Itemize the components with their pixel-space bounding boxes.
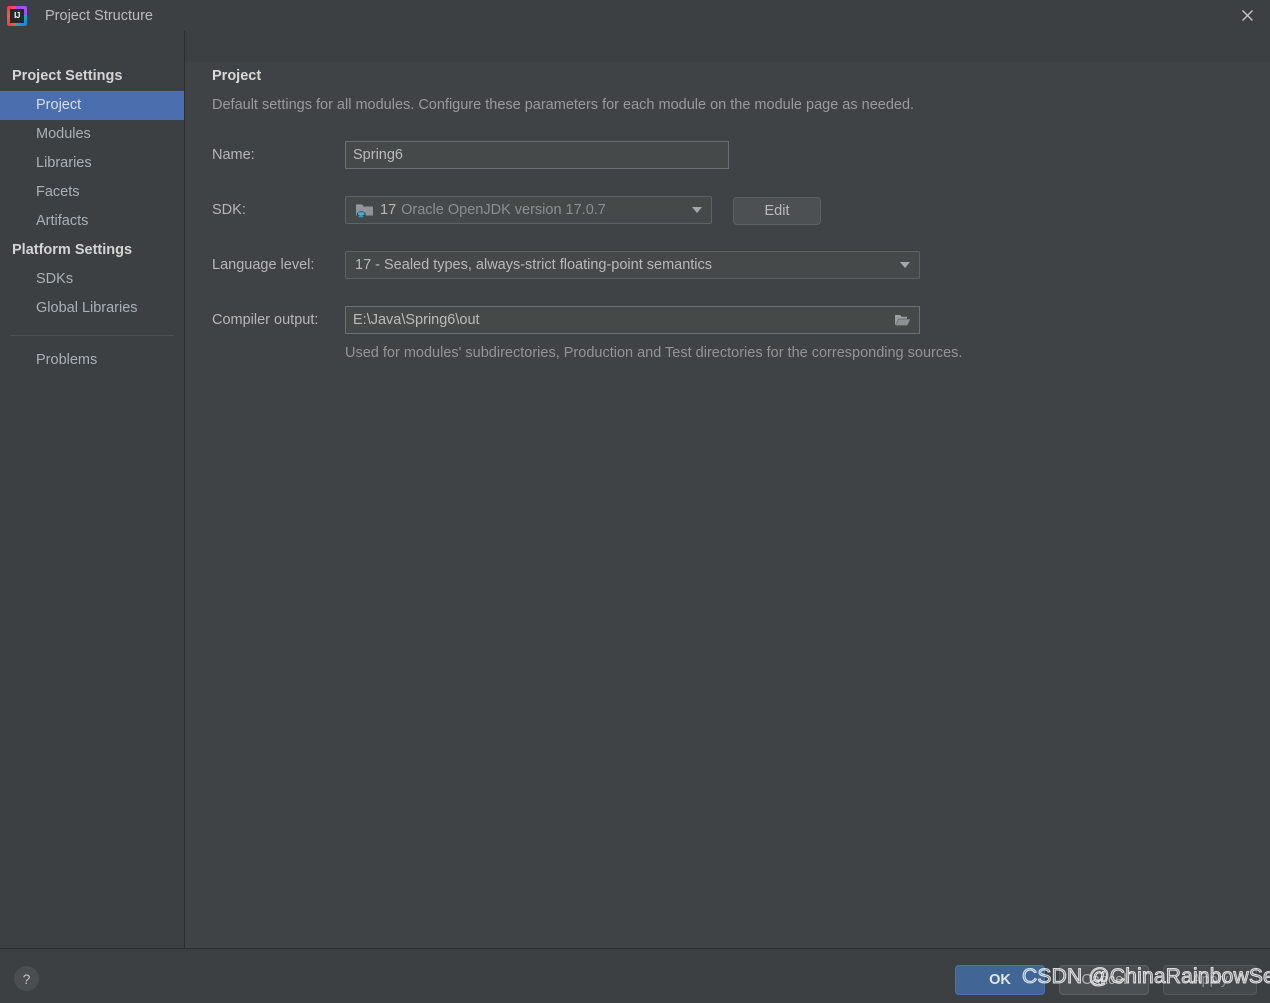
chevron-down-icon[interactable] <box>891 252 919 278</box>
sidebar-item-sdks[interactable]: SDKs <box>0 265 184 294</box>
project-name-input[interactable]: Spring6 <box>345 141 729 169</box>
sdk-label: SDK: <box>212 202 246 218</box>
apply-button[interactable]: Apply <box>1163 965 1257 995</box>
page-description: Default settings for all modules. Config… <box>212 97 914 113</box>
help-button[interactable]: ? <box>14 966 39 991</box>
sidebar-group-project-settings: Project Settings <box>0 62 184 91</box>
ok-button[interactable]: OK <box>955 965 1045 995</box>
language-level-combobox[interactable]: 17 - Sealed types, always-strict floatin… <box>345 251 920 279</box>
project-settings-panel: Project Default settings for all modules… <box>186 62 1270 948</box>
jdk-folder-icon <box>355 202 374 218</box>
chevron-down-icon[interactable] <box>683 197 711 223</box>
compiler-output-hint: Used for modules' subdirectories, Produc… <box>345 345 962 361</box>
dialog-footer: ? OK Cancel Apply <box>0 949 1270 1003</box>
sdk-name: Oracle OpenJDK version 17.0.7 <box>401 202 606 218</box>
compiler-output-label: Compiler output: <box>212 312 318 328</box>
sidebar-item-facets[interactable]: Facets <box>0 178 184 207</box>
sidebar-item-artifacts[interactable]: Artifacts <box>0 207 184 236</box>
folder-open-icon[interactable] <box>886 307 918 333</box>
compiler-output-input[interactable]: E:\Java\Spring6\out <box>345 306 920 334</box>
sdk-combobox[interactable]: 17 Oracle OpenJDK version 17.0.7 <box>345 196 712 224</box>
title-bar: IJ Project Structure <box>0 0 1270 31</box>
intellij-logo-icon: IJ <box>7 6 27 26</box>
sdk-version: 17 <box>380 202 396 218</box>
page-title: Project <box>212 68 261 84</box>
sidebar-group-platform-settings: Platform Settings <box>0 236 184 265</box>
sidebar-item-problems[interactable]: Problems <box>0 346 184 375</box>
sidebar-item-libraries[interactable]: Libraries <box>0 149 184 178</box>
language-level-label: Language level: <box>212 257 314 273</box>
sidebar-item-global-libraries[interactable]: Global Libraries <box>0 294 184 323</box>
project-structure-dialog: IJ Project Structure Project Settings Pr… <box>0 0 1270 1003</box>
language-level-value: 17 - Sealed types, always-strict floatin… <box>355 257 712 273</box>
settings-sidebar: Project Settings Project Modules Librari… <box>0 31 185 948</box>
window-title: Project Structure <box>45 8 153 24</box>
intellij-logo-text: IJ <box>10 9 24 23</box>
sidebar-item-modules[interactable]: Modules <box>0 120 184 149</box>
navigation-bar <box>0 31 1270 62</box>
close-icon[interactable] <box>1224 0 1270 31</box>
sidebar-item-project[interactable]: Project <box>0 91 184 120</box>
sidebar-divider <box>10 335 174 336</box>
name-label: Name: <box>212 147 255 163</box>
edit-sdk-button[interactable]: Edit <box>733 197 821 225</box>
cancel-button[interactable]: Cancel <box>1059 965 1149 995</box>
